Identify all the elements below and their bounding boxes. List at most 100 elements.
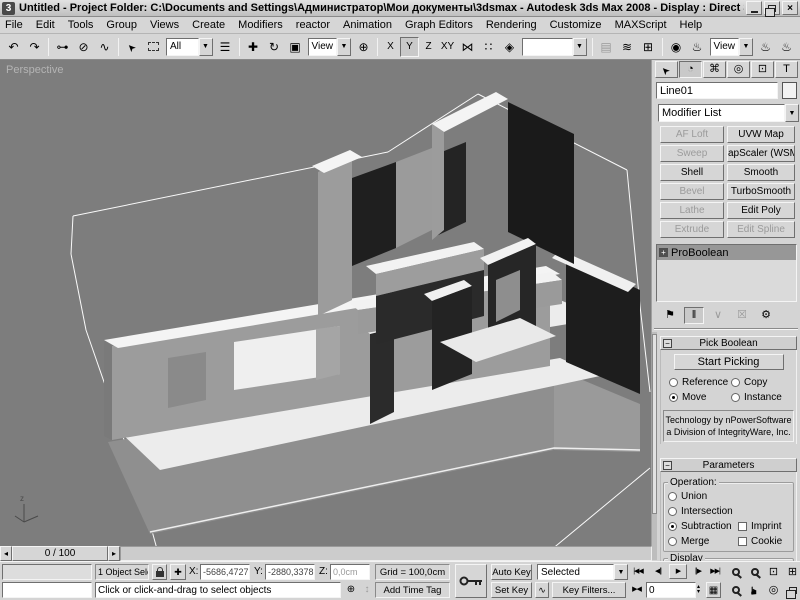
stack-item[interactable]: + ProBoolean: [657, 245, 796, 260]
redo-icon[interactable]: ↷: [24, 37, 45, 57]
menu-item[interactable]: reactor: [296, 19, 330, 31]
configure-modifier-sets-icon[interactable]: ⚙: [756, 307, 776, 324]
radio-option[interactable]: Intersection: [668, 504, 738, 519]
arc-rotate-icon[interactable]: ◎: [765, 582, 782, 598]
modifier-button[interactable]: TurboSmooth: [727, 183, 795, 200]
radio-option[interactable]: Subtraction: [668, 519, 738, 534]
default-in-out-tangent-button[interactable]: ∿: [535, 582, 549, 598]
material-editor-icon[interactable]: ◉: [666, 37, 687, 57]
viewport-canvas[interactable]: z: [0, 60, 652, 546]
menu-item[interactable]: Create: [192, 19, 225, 31]
prev-frame-button[interactable]: ◀||: [649, 564, 667, 579]
restrict-z-button[interactable]: Z: [419, 37, 438, 57]
close-button[interactable]: ×: [782, 1, 798, 15]
chevron-down-icon[interactable]: ▼: [573, 38, 587, 56]
collapse-icon[interactable]: −: [663, 461, 672, 470]
show-end-result-icon[interactable]: ‖: [684, 307, 704, 324]
panel-scrollbar[interactable]: [652, 332, 657, 560]
dolly-indicator-icon[interactable]: ↕: [360, 582, 374, 598]
use-center-icon[interactable]: ⊕: [353, 37, 374, 57]
maximize-viewport-icon[interactable]: [784, 582, 800, 598]
modifier-button[interactable]: UVW Map: [727, 126, 795, 143]
named-selection-dropdown[interactable]: ▼: [522, 38, 587, 56]
pin-stack-icon[interactable]: ⚑: [660, 307, 680, 324]
viewport-label[interactable]: Perspective: [6, 64, 63, 76]
spinner-down-icon[interactable]: ▾: [697, 590, 705, 595]
z-coordinate-field[interactable]: 0,0cm: [330, 564, 370, 580]
perspective-viewport[interactable]: Perspective: [0, 60, 652, 546]
tab-utilities[interactable]: T: [775, 61, 798, 78]
zoom-all-icon[interactable]: [746, 564, 763, 580]
modifier-button[interactable]: Bevel: [660, 183, 724, 200]
set-key-mode-button[interactable]: [455, 564, 487, 598]
zoom-icon[interactable]: [727, 564, 744, 580]
chevron-down-icon[interactable]: ▼: [199, 38, 213, 56]
schematic-view-icon[interactable]: ⊞: [638, 37, 659, 57]
modifier-list-dropdown[interactable]: Modifier List ▼: [658, 104, 799, 122]
keyboard-override-icon[interactable]: ◈: [499, 37, 520, 57]
restrict-y-button[interactable]: Y: [400, 37, 419, 57]
menu-item[interactable]: Customize: [550, 19, 602, 31]
tab-motion[interactable]: ◎: [727, 61, 750, 78]
menu-item[interactable]: Tools: [68, 19, 94, 31]
radio-option[interactable]: Reference: [669, 375, 731, 390]
pan-view-icon[interactable]: ☛: [746, 582, 763, 598]
time-slider[interactable]: 0 / 100: [12, 546, 108, 561]
menu-item[interactable]: Edit: [36, 19, 55, 31]
unlink-selection-icon[interactable]: ⊘: [73, 37, 94, 57]
pick-boolean-header[interactable]: − Pick Boolean: [660, 336, 797, 350]
snaps-toggle-icon[interactable]: ∷: [478, 37, 499, 57]
3d-model[interactable]: [104, 92, 640, 534]
select-and-link-icon[interactable]: ⊶: [52, 37, 73, 57]
menu-item[interactable]: Rendering: [486, 19, 537, 31]
frame-spinner[interactable]: ▴▾: [697, 582, 705, 598]
menu-item[interactable]: Group: [106, 19, 137, 31]
collapse-icon[interactable]: −: [663, 339, 672, 348]
menu-item[interactable]: Animation: [343, 19, 392, 31]
select-and-scale-icon[interactable]: ▣: [285, 37, 306, 57]
modifier-button[interactable]: Edit Spline: [727, 221, 795, 238]
radio-option[interactable]: Move: [669, 390, 731, 405]
expand-icon[interactable]: +: [659, 248, 668, 257]
mini-listener-bottom[interactable]: [2, 582, 92, 598]
minimize-button[interactable]: [746, 1, 762, 15]
restore-button[interactable]: [764, 1, 780, 15]
radio-option[interactable]: Merge: [668, 534, 738, 549]
selection-lock-button[interactable]: [152, 564, 167, 580]
modifier-button[interactable]: AF Loft: [660, 126, 724, 143]
select-object-icon[interactable]: ➤: [122, 37, 143, 57]
tab-display[interactable]: ⊡: [751, 61, 774, 78]
add-time-tag[interactable]: Add Time Tag: [375, 582, 450, 598]
object-name-field[interactable]: Line01: [656, 82, 778, 99]
select-by-name-icon[interactable]: ☰: [215, 37, 236, 57]
curve-editor-icon[interactable]: ≋: [617, 37, 638, 57]
chevron-down-icon[interactable]: ▼: [739, 38, 753, 56]
menu-item[interactable]: MAXScript: [615, 19, 667, 31]
restrict-xy-button[interactable]: XY: [438, 37, 457, 57]
selection-filter-dropdown[interactable]: All ▼: [166, 38, 213, 56]
make-unique-icon[interactable]: ∨: [708, 307, 728, 324]
zoom-extents-all-icon[interactable]: ⊞: [784, 564, 800, 580]
parameters-header[interactable]: − Parameters: [660, 458, 797, 472]
go-to-start-button[interactable]: |◀◀: [629, 564, 647, 579]
modifier-button[interactable]: Edit Poly: [727, 202, 795, 219]
mini-listener-top[interactable]: [2, 564, 92, 580]
chevron-down-icon[interactable]: ▼: [337, 38, 351, 56]
track-bar[interactable]: [120, 546, 652, 561]
x-coordinate-field[interactable]: -5686,4727: [200, 564, 250, 580]
start-picking-button[interactable]: Start Picking: [674, 354, 784, 370]
bind-to-spacewarp-icon[interactable]: ∿: [94, 37, 115, 57]
select-and-move-icon[interactable]: ✚: [243, 37, 264, 57]
tab-create[interactable]: ➤: [655, 61, 678, 78]
restrict-x-button[interactable]: X: [381, 37, 400, 57]
menu-item[interactable]: Graph Editors: [405, 19, 473, 31]
reference-coord-dropdown[interactable]: View ▼: [308, 38, 352, 56]
modifier-button[interactable]: Smooth: [727, 164, 795, 181]
undo-icon[interactable]: ↶: [3, 37, 24, 57]
radio-option[interactable]: Copy: [731, 375, 793, 390]
modifier-button[interactable]: Sweep: [660, 145, 724, 162]
remove-modifier-icon[interactable]: ☒: [732, 307, 752, 324]
mirror-icon[interactable]: ⋈: [457, 37, 478, 57]
modifier-button[interactable]: Shell: [660, 164, 724, 181]
menu-item[interactable]: Modifiers: [238, 19, 283, 31]
